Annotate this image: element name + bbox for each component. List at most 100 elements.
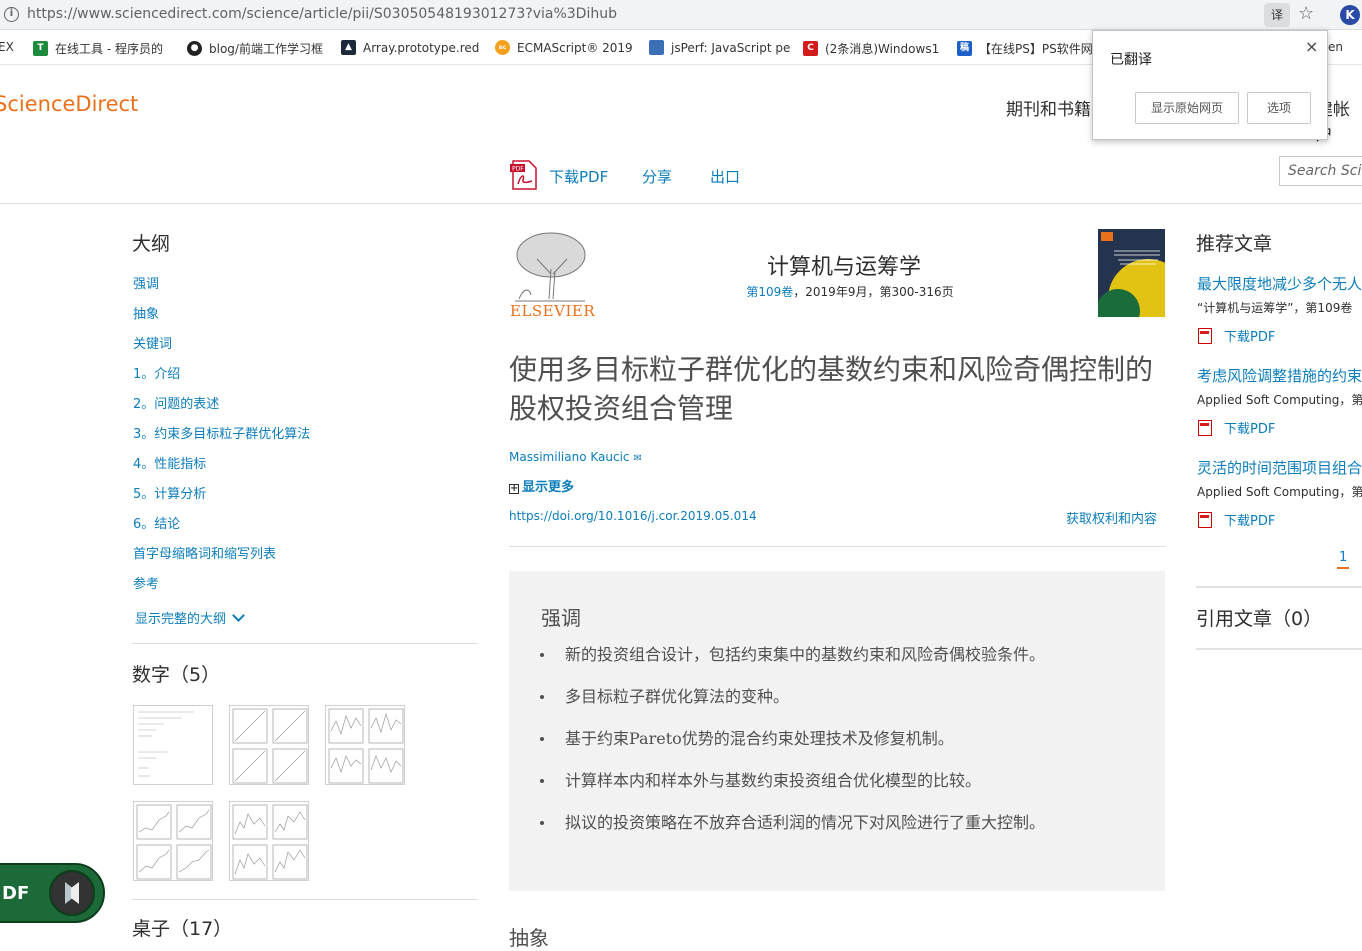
bookmark-star-icon[interactable]: ☆ [1298,3,1314,24]
highlight-item: 新的投资组合设计，包括约束集中的基数约束和风险奇偶校验条件。 [565,645,1046,664]
bookmark-item[interactable]: jsPerf: JavaScript pe [649,40,790,55]
bookmark-item[interactable]: EX [0,40,14,54]
bookmark-item[interactable]: C (2条消息)Windows1 [803,40,939,57]
divider [132,899,477,900]
floating-download-pdf-button[interactable]: DF [0,863,105,923]
ecma-icon: ec [495,40,510,55]
outline-item[interactable]: 关键词 [133,333,172,352]
outline-item[interactable]: 2。问题的表述 [133,393,219,412]
url-text[interactable]: https://www.sciencedirect.com/science/ar… [27,6,617,22]
bookmark-item[interactable]: T 在线工具 - 程序员的 [33,40,163,57]
chevron-down-icon [232,609,245,622]
sciencedirect-logo[interactable]: ScienceDirect [0,92,138,116]
figure-thumbnail[interactable] [133,801,213,881]
download-pdf-link[interactable]: 下载PDF [549,166,608,187]
pdf-icon [1198,419,1212,436]
outline-item[interactable]: 4。性能指标 [133,453,206,472]
outline-title: 大纲 [132,233,171,255]
bullet [540,779,544,783]
pagination-active-underline [1337,567,1349,569]
recommended-download-pdf[interactable]: 下载PDF [1198,326,1275,345]
bookmark-item[interactable]: ● blog/前端工作学习框 [187,40,323,57]
journal-title[interactable]: 计算机与运筹学 [560,249,1128,281]
cited-by-title[interactable]: 引用文章（0） [1196,604,1322,631]
show-full-outline-button[interactable]: 显示完整的大纲 [135,608,245,627]
bookmark-item[interactable]: en [1328,40,1343,54]
search-input[interactable]: Search ScienceDirect [1279,156,1362,186]
address-bar[interactable]: i https://www.sciencedirect.com/science/… [0,0,1362,30]
recommended-article-title[interactable]: 灵活的时间范围项目组合 [1197,457,1362,478]
show-more-button[interactable]: + 显示更多 [509,476,574,495]
highlights-section: 强调 新的投资组合设计，包括约束集中的基数约束和风险奇偶校验条件。 多目标粒子群… [509,571,1165,891]
csdn-icon: C [803,41,818,56]
jsperf-icon [649,40,664,55]
recommended-article-title[interactable]: 考虑风险调整措施的约束 [1197,365,1362,386]
volume-details: ，2019年9月，第300-316页 [793,285,954,299]
outline-item[interactable]: 3。约束多目标粒子群优化算法 [133,423,310,442]
publisher-name: ELSEVIER [510,302,596,320]
pdf-icon[interactable]: PDF [509,160,539,190]
show-full-outline-label: 显示完整的大纲 [135,612,227,627]
show-original-button[interactable]: 显示原始网页 [1135,92,1239,124]
translate-popup-title: 已翻译 [1110,52,1152,68]
figure-thumbnail[interactable] [229,705,309,785]
recommended-article-source: Applied Soft Computing，第 [1197,393,1362,407]
outline-item[interactable]: 5。计算分析 [133,483,206,502]
translate-icon[interactable]: 译 [1264,3,1290,27]
figure-thumbnail[interactable] [133,705,213,785]
recommended-download-pdf[interactable]: 下载PDF [1198,418,1275,437]
bookmark-item[interactable]: 稿【在线PS】PS软件网 [957,40,1093,57]
recommended-article-source: “计算机与运筹学”，第109卷 [1197,301,1353,315]
download-pdf-label: 下载PDF [1224,514,1276,529]
tables-title: 桌子（17） [132,918,233,940]
outline-item[interactable]: 6。结论 [133,513,180,532]
svg-text:PDF: PDF [512,166,524,173]
outline-item[interactable]: 抽象 [133,303,159,322]
figure-thumbnail[interactable] [229,801,309,881]
abstract-title: 抽象 [509,926,549,950]
doi-link[interactable]: https://doi.org/10.1016/j.cor.2019.05.01… [509,509,757,523]
outline-item[interactable]: 强调 [133,273,159,292]
author-link[interactable]: Massimiliano Kaucic ✉ [509,450,642,464]
options-button[interactable]: 选项 [1247,92,1311,124]
extension-k-icon[interactable]: K [1340,5,1360,25]
highlights-title: 强调 [541,606,581,630]
divider [1196,586,1362,588]
bookmark-label: Array.prototype.red [363,40,480,55]
outline-item[interactable]: 首字母缩略词和缩写列表 [133,543,276,562]
bookmark-label: jsPerf: JavaScript pe [671,40,791,55]
plus-icon: + [509,483,519,494]
bookmark-item[interactable]: ▲ Array.prototype.red [341,40,479,55]
pdf-icon [1198,511,1212,528]
pdf-icon [1198,327,1212,344]
site-info-icon[interactable]: i [4,7,19,22]
recommended-download-pdf[interactable]: 下载PDF [1198,510,1275,529]
figure-thumbnail[interactable] [325,705,405,785]
nav-journals-books[interactable]: 期刊和书籍 [1006,95,1091,120]
recommended-title: 推荐文章 [1196,233,1273,255]
highlight-item: 拟议的投资策略在不放弃合适利润的情况下对风险进行了重大控制。 [565,813,1046,832]
rights-content-link[interactable]: 获取权利和内容 [1066,508,1157,527]
bookmark-label: 在线工具 - 程序员的 [55,42,163,56]
bullet [540,653,544,657]
email-icon[interactable]: ✉ [633,453,641,464]
download-pdf-label: 下载PDF [1224,330,1276,345]
kopernio-icon [49,870,95,916]
recommended-article-title[interactable]: 最大限度地减少多个无人 [1197,273,1362,294]
outline-item[interactable]: 1。介绍 [133,363,180,382]
volume-link[interactable]: 第109卷 [746,285,793,299]
floating-pdf-label: DF [2,883,30,904]
bookmark-label: ECMAScript® 2019 [517,40,633,55]
author-name: Massimiliano Kaucic [509,450,630,464]
header-divider [0,203,1362,204]
journal-cover-image[interactable] [1098,229,1165,317]
bullet [540,695,544,699]
bookmark-item[interactable]: ec ECMAScript® 2019 [495,40,633,55]
close-icon[interactable]: × [1305,37,1318,56]
outline-item[interactable]: 参考 [133,573,159,592]
export-link[interactable]: 出口 [710,166,740,187]
divider [1196,648,1362,650]
bookmark-label: blog/前端工作学习框 [209,42,323,56]
pagination-page[interactable]: 1 [1339,550,1347,565]
share-link[interactable]: 分享 [642,166,672,187]
